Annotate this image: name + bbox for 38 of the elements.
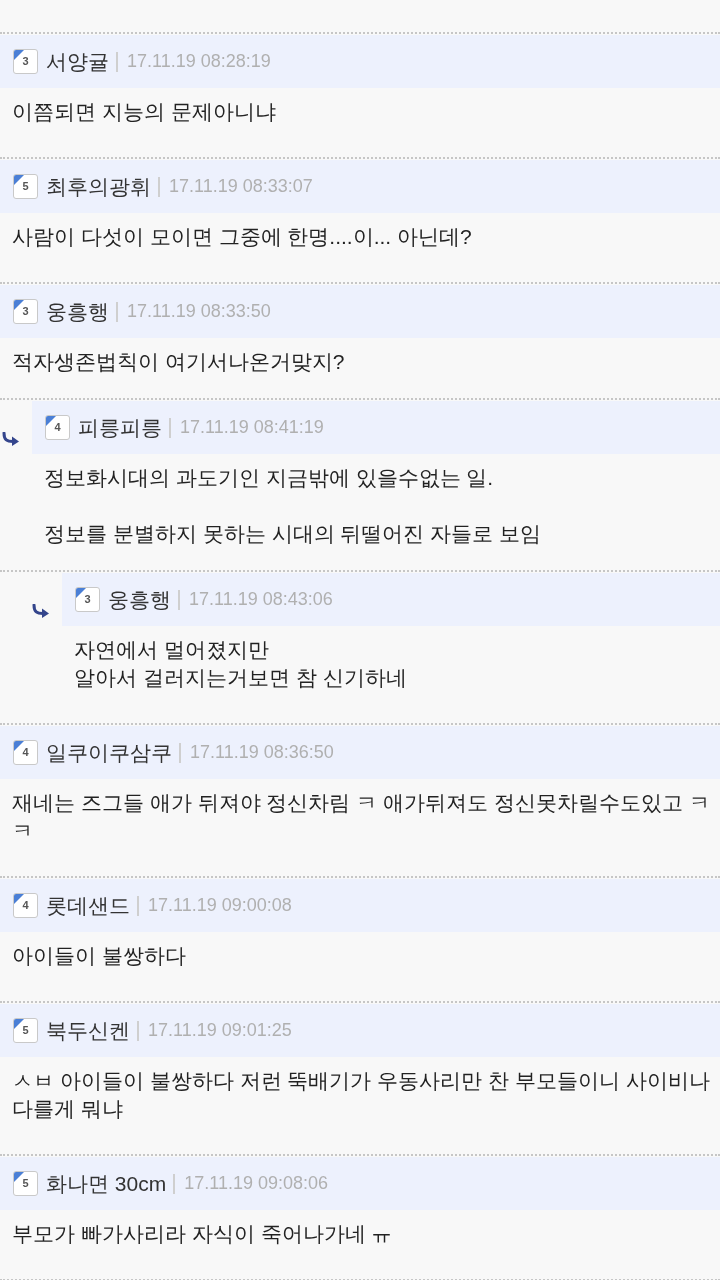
rank-badge: 5 [13, 1171, 38, 1196]
comment-text: 아이들이 불쌍하다 [12, 943, 187, 969]
author-name: 웅흥행 [108, 586, 171, 613]
timestamp: 17.11.19 08:41:19 [180, 417, 324, 438]
comment-text: 이쯤되면 지능의 문제아니냐 [12, 99, 277, 125]
comment-text: ㅅㅂ 아이들이 불쌍하다 저런 뚝배기가 우동사리만 찬 부모들이니 사이비나 다를게 뭐냐 [12, 1068, 711, 1122]
rank-badge: 3 [75, 587, 100, 612]
author-name: 화나면 30cm [46, 1170, 167, 1197]
rank-badge: 3 [13, 49, 38, 74]
author-name: 북두신켄 [46, 1017, 130, 1044]
comment-text: 사람이 다섯이 모이면 그중에 한명....이... 아닌데? [12, 224, 473, 250]
rank-badge: 5 [13, 1018, 38, 1043]
comment-text: 정보화시대의 과도기인 지금밖에 있을수없는 일. 정보를 분별하지 못하는 시대의 뒤떨어진 자들로 보임 [44, 465, 542, 547]
rank-badge: 4 [45, 415, 70, 440]
rank-badge: 4 [13, 893, 38, 918]
author-name: 서양귤 [46, 48, 109, 75]
reply-arrow-icon [2, 432, 20, 446]
timestamp: 17.11.19 08:43:06 [189, 589, 333, 610]
comment-text: 자연에서 멀어졌지만 알아서 걸러지는거보면 참 신기하네 [74, 637, 408, 691]
rank-badge: 5 [13, 174, 38, 199]
timestamp: 17.11.19 08:28:19 [127, 51, 271, 72]
rank-badge: 3 [13, 299, 38, 324]
timestamp: 17.11.19 09:01:25 [148, 1020, 292, 1041]
author-name: 피릉피릉 [78, 414, 162, 441]
timestamp: 17.11.19 08:33:50 [127, 301, 271, 322]
comment-text: 부모가 빠가사리라 자식이 죽어나가네 ㅠ [12, 1221, 394, 1247]
timestamp: 17.11.19 08:33:07 [169, 176, 313, 197]
timestamp: 17.11.19 09:00:08 [148, 895, 292, 916]
author-name: 웅흥행 [46, 298, 109, 325]
comment-text: 적자생존법칙이 여기서나온거맞지? [12, 349, 346, 375]
author-name: 롯데샌드 [46, 892, 130, 919]
timestamp: 17.11.19 08:36:50 [190, 742, 334, 763]
author-name: 일쿠이쿠삼쿠 [46, 739, 172, 766]
reply-arrow-icon [32, 604, 50, 618]
timestamp: 17.11.19 09:08:06 [184, 1173, 328, 1194]
comment-text: 재네는 즈그들 애가 뒤져야 정신차림 ㅋ 애가뒤져도 정신못차릴수도있고 ㅋㅋ [12, 790, 711, 844]
author-name: 최후의광휘 [46, 173, 151, 200]
rank-badge: 4 [13, 740, 38, 765]
